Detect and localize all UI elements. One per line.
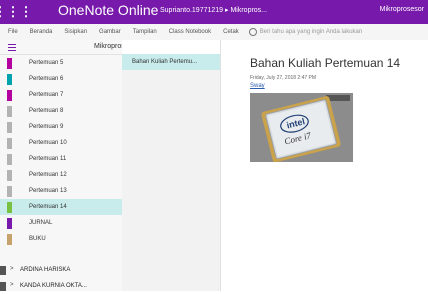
tab-cetak[interactable]: Cetak (217, 29, 245, 35)
notebook-header: Mikroprosesor (0, 40, 215, 55)
section-item[interactable]: Pertemuan 8 (0, 103, 122, 119)
section-color-tab (7, 154, 12, 165)
section-color-tab (7, 186, 12, 197)
notebook-label: ARDINA HARISKA (20, 267, 71, 273)
chevron-right-icon[interactable]: > (10, 266, 14, 272)
notebook-icon (0, 266, 6, 275)
section-color-tab (7, 202, 12, 213)
section-item[interactable]: Pertemuan 11 (0, 151, 122, 167)
tab-beranda[interactable]: Beranda (24, 29, 59, 35)
page-item-active[interactable]: Bahan Kuliah Pertemu... (122, 54, 220, 70)
section-color-tab (7, 170, 12, 181)
section-label: Pertemuan 11 (29, 156, 67, 162)
section-label: JURNAL (29, 220, 53, 226)
section-color-tab (7, 234, 12, 245)
tab-class-notebook[interactable]: Class Notebook (163, 29, 217, 35)
section-label: Pertemuan 9 (29, 124, 64, 130)
sway-link[interactable]: Sway (250, 83, 265, 89)
section-color-tab (7, 122, 12, 133)
section-color-tab (7, 106, 12, 117)
tab-file[interactable]: File (0, 29, 24, 35)
section-item[interactable]: Pertemuan 13 (0, 183, 122, 199)
section-label: Pertemuan 5 (29, 60, 64, 66)
page-title[interactable]: Bahan Kuliah Pertemuan 14 (250, 56, 400, 70)
section-color-tab (7, 138, 12, 149)
notebook-item[interactable]: > KANDA KURNIA OKTA... (0, 278, 122, 294)
section-label: Pertemuan 12 (29, 172, 67, 178)
intel-core-i7-chip-illustration: intel Core i7 (250, 93, 353, 163)
section-color-tab (7, 218, 12, 229)
notebook-item[interactable]: > ARDINA HARISKA (0, 262, 122, 278)
section-label: Pertemuan 8 (29, 108, 64, 114)
notebook-icon (0, 282, 6, 291)
section-label: Pertemuan 6 (29, 76, 64, 82)
section-item[interactable]: JURNAL (0, 215, 122, 231)
section-item[interactable]: Pertemuan 12 (0, 167, 122, 183)
processor-image[interactable]: intel Core i7 (250, 93, 353, 163)
section-color-tab (7, 74, 12, 85)
hamburger-menu-icon[interactable] (8, 44, 16, 51)
ribbon-tabs: File Beranda Sisipkan Gambar Tampilan Cl… (0, 24, 428, 41)
pages-header (122, 40, 220, 55)
section-color-tab (7, 90, 12, 101)
pages-pane: Bahan Kuliah Pertemu... (122, 40, 221, 291)
section-item[interactable]: BUKU (0, 231, 122, 247)
notebook-title: Mikroprosesor (379, 6, 424, 13)
tell-me-text: Beri tahu apa yang ingin Anda lakukan (259, 29, 363, 35)
section-color-tab (7, 58, 12, 69)
page-timestamp: Friday, July 27, 2018 2:47 PM (250, 75, 317, 81)
page-canvas[interactable]: Bahan Kuliah Pertemuan 14 Friday, July 2… (221, 40, 428, 291)
chevron-right-icon[interactable]: > (10, 282, 14, 288)
tab-sisipkan[interactable]: Sisipkan (58, 29, 93, 35)
section-label: BUKU (29, 236, 46, 242)
section-label: Pertemuan 10 (29, 140, 67, 146)
lightbulb-icon (248, 28, 257, 36)
section-item[interactable]: Pertemuan 6 (0, 71, 122, 87)
app-launcher-icon[interactable]: ⋮⋮⋮ (0, 0, 33, 24)
tell-me-box[interactable]: Beri tahu apa yang ingin Anda lakukan (245, 28, 362, 36)
section-label: Pertemuan 13 (29, 188, 67, 194)
section-item[interactable]: Pertemuan 5 (0, 55, 122, 71)
section-item[interactable]: Pertemuan 7 (0, 87, 122, 103)
notebook-label: KANDA KURNIA OKTA... (20, 283, 87, 289)
sections-pane: Mikroprosesor Pertemuan 5 Pertemuan 6 Pe… (0, 40, 215, 294)
section-label: Pertemuan 7 (29, 92, 64, 98)
app-title[interactable]: OneNote Online (58, 2, 158, 18)
section-item[interactable]: Pertemuan 9 (0, 119, 122, 135)
breadcrumb[interactable]: Suprianto.19771219 ▸ Mikropros... (160, 6, 267, 14)
section-item[interactable]: Pertemuan 10 (0, 135, 122, 151)
section-item-active[interactable]: Pertemuan 14 (0, 199, 122, 215)
app-header: ⋮⋮⋮ OneNote Online Suprianto.19771219 ▸ … (0, 0, 428, 24)
tab-gambar[interactable]: Gambar (93, 29, 127, 35)
page-label: Bahan Kuliah Pertemu... (132, 59, 198, 65)
section-label: Pertemuan 14 (29, 204, 67, 210)
tab-tampilan[interactable]: Tampilan (127, 29, 163, 35)
